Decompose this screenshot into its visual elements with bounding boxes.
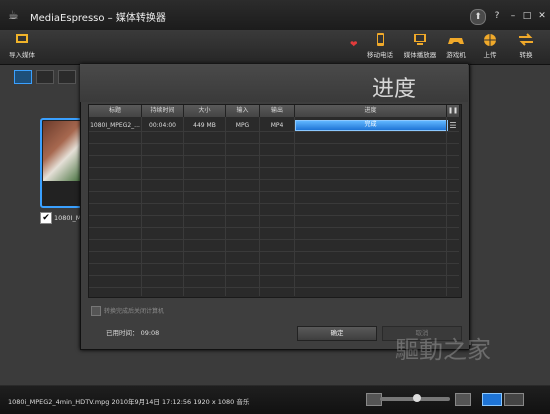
toolbar-item-label: 游戏机 (446, 51, 466, 59)
import-icon (16, 34, 28, 43)
thumbnail-image (43, 121, 83, 181)
view-mode-photo[interactable] (58, 70, 76, 84)
table-column-divider (141, 117, 142, 296)
help-icon[interactable]: ? (490, 9, 504, 23)
table-column-divider (259, 117, 260, 296)
table-row-divider (89, 143, 459, 144)
zoom-in-icon[interactable] (455, 393, 471, 406)
toolbar-item-upload[interactable]: 上传 (470, 32, 510, 62)
view-mode-library[interactable] (14, 70, 32, 84)
pause-all-button[interactable]: ❚❚ (447, 105, 460, 117)
up-icon[interactable]: ⬆ (470, 9, 486, 25)
table-row-divider (89, 215, 459, 216)
table-column-divider (446, 117, 447, 296)
grid-view-icon[interactable] (482, 393, 502, 406)
table-row-divider (89, 287, 459, 288)
cell-duration: 00:04:00 (149, 122, 176, 129)
list-view-icon[interactable] (504, 393, 524, 406)
column-header-input[interactable]: 输入 (226, 105, 260, 117)
import-media-button[interactable]: 导入媒体 (2, 32, 42, 62)
cell-title: 1080I_MPEG2_... (90, 122, 140, 129)
table-row-divider (89, 239, 459, 240)
table-row-divider (89, 191, 459, 192)
status-text: 1080i_MPEG2_4min_HDTV.mpg 2010年9月14日 17:… (8, 398, 250, 406)
column-header-title[interactable]: 标题 (89, 105, 142, 117)
view-mode-video[interactable] (36, 70, 54, 84)
coffee-icon: ☕ (8, 8, 19, 22)
shutdown-checkbox[interactable] (91, 306, 101, 316)
table-row-divider (89, 251, 459, 252)
elapsed-label: 已用时间： (106, 329, 139, 337)
table-row-divider (89, 203, 459, 204)
thumbnail-checkbox[interactable]: ✔ (40, 212, 52, 224)
toolbar-item-label: 上传 (483, 51, 497, 59)
elapsed-value: 09:08 (140, 329, 160, 337)
toolbar-item-convert[interactable]: 转换 (506, 32, 546, 62)
table-row-divider (89, 275, 459, 276)
maximize-icon[interactable]: □ (520, 9, 534, 23)
cell-size: 449 MB (193, 122, 216, 129)
cell-input: MPG (235, 122, 250, 129)
view-mode-switcher (14, 70, 78, 84)
cell-output: MP4 (270, 122, 284, 129)
table-row-divider (89, 167, 459, 168)
phone-icon (377, 33, 384, 46)
toolbar-item-label: 移动电话 (367, 51, 393, 59)
column-header-duration[interactable]: 持续时间 (142, 105, 184, 117)
row-menu-icon[interactable]: ☰ (447, 120, 459, 131)
dialog-title: 进度 (372, 77, 417, 102)
table-column-divider (183, 117, 184, 296)
table-row-divider (89, 179, 459, 180)
toolbar-item-label: 媒体播放器 (403, 51, 437, 59)
progress-label: 完成 (364, 121, 377, 128)
import-label: 导入媒体 (9, 51, 35, 59)
watermark: 驅動之家 (395, 336, 491, 364)
table-row-divider (89, 131, 459, 132)
convert-icon (519, 33, 533, 46)
shutdown-label: 转换完成后关闭计算机 (104, 308, 165, 315)
column-header-progress[interactable]: 进度 (295, 105, 447, 117)
upload-icon (484, 34, 496, 46)
elapsed-time: 已用时间： 09:08 (106, 327, 159, 337)
table-column-divider (225, 117, 226, 296)
column-header-size[interactable]: 大小 (184, 105, 226, 117)
table-column-divider (294, 117, 295, 296)
table-row-divider (89, 227, 459, 228)
player-icon (414, 34, 426, 45)
ok-button[interactable]: 确定 (297, 326, 377, 341)
heart-icon[interactable]: ❤ (350, 40, 358, 50)
close-icon[interactable]: ✕ (535, 9, 549, 23)
progress-table (88, 104, 462, 298)
minimize-icon[interactable]: – (506, 9, 520, 23)
column-header-output[interactable]: 输出 (260, 105, 295, 117)
window-title: MediaEspresso – 媒体转换器 (30, 13, 166, 24)
gamepad-icon (448, 38, 464, 44)
table-row-divider (89, 263, 459, 264)
zoom-slider-handle[interactable] (413, 394, 421, 402)
toolbar-item-label: 转换 (519, 51, 533, 59)
toolbar-item-mobile[interactable]: 移动电话 (360, 32, 400, 62)
table-row-divider (89, 155, 459, 156)
toolbar-item-player[interactable]: 媒体播放器 (400, 32, 440, 62)
